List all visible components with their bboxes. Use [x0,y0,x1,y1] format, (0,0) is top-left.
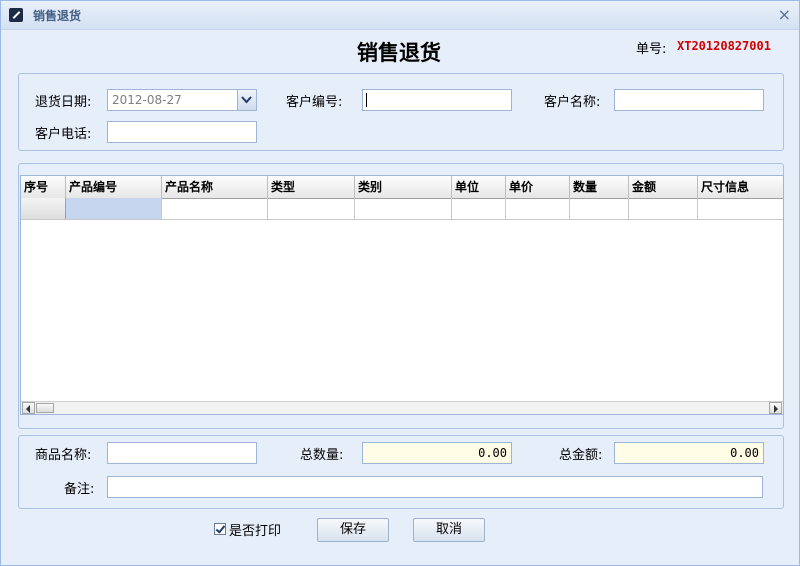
row-header-cell[interactable] [21,198,66,219]
title-bar[interactable]: 销售退货 × [1,1,799,30]
table-cell[interactable] [452,198,506,219]
table-row[interactable] [21,198,783,220]
save-button[interactable]: 保存 [317,518,389,542]
column-header-type[interactable]: 类型 [268,176,355,198]
customer-phone-input[interactable] [107,121,257,143]
footer-fields-panel: 商品名称: 总数量: 0.00 总金额: 0.00 备注: [18,435,784,509]
column-header-quantity[interactable]: 数量 [570,176,629,198]
remark-input[interactable] [107,476,763,498]
product-name-input[interactable] [107,442,257,464]
total-qty-label: 总数量: [300,448,344,463]
customer-no-label: 客户编号: [286,95,343,110]
column-header-product-name[interactable]: 产品名称 [162,176,268,198]
column-header-unit[interactable]: 单位 [452,176,506,198]
customer-name-input[interactable] [614,89,764,111]
column-header-size-info[interactable]: 尺寸信息 [698,176,783,198]
customer-no-input[interactable] [362,89,512,111]
print-checkbox[interactable] [214,523,226,535]
total-qty-field: 0.00 [362,442,512,464]
column-header-product-code[interactable]: 产品编号 [66,176,162,198]
return-date-value: 2012-08-27 [112,93,182,107]
remark-label: 备注: [64,482,95,497]
product-grid-panel: 序号 产品编号 产品名称 类型 类别 单位 单价 数量 金额 尺寸信息 [18,163,784,429]
column-header-amount[interactable]: 金额 [629,176,698,198]
scroll-left-icon[interactable] [22,402,35,414]
window-title: 销售退货 [33,9,82,23]
order-no-label: 单号: [636,42,667,57]
column-header-unit-price[interactable]: 单价 [506,176,570,198]
total-amount-field: 0.00 [614,442,764,464]
print-checkbox-label[interactable]: 是否打印 [229,520,281,539]
return-date-picker[interactable]: 2012-08-27 [107,89,257,111]
table-cell[interactable] [506,198,570,219]
table-cell[interactable] [355,198,452,219]
table-cell[interactable] [629,198,698,219]
column-header-index[interactable]: 序号 [21,176,66,198]
product-grid[interactable]: 序号 产品编号 产品名称 类型 类别 单位 单价 数量 金额 尺寸信息 [20,175,784,415]
scrollbar-thumb[interactable] [36,403,54,413]
cancel-button[interactable]: 取消 [413,518,485,542]
order-no-value: XT20120827001 [677,39,771,53]
table-cell[interactable] [66,198,162,219]
close-icon[interactable]: × [778,5,791,24]
return-date-label: 退货日期: [35,95,92,110]
table-cell[interactable] [268,198,355,219]
table-cell[interactable] [162,198,268,219]
total-amount-label: 总金额: [559,448,603,463]
customer-name-label: 客户名称: [544,95,601,110]
scroll-right-icon[interactable] [769,402,782,414]
chevron-down-icon[interactable] [237,90,256,110]
table-cell[interactable] [570,198,629,219]
header-fields-panel: 退货日期: 2012-08-27 客户编号: 客户名称: 客户电话: [18,73,784,151]
column-header-category[interactable]: 类别 [355,176,452,198]
sales-return-window: 销售退货 × 销售退货 单号: XT20120827001 退货日期: 2012… [0,0,800,566]
app-icon [9,8,23,22]
product-name-label: 商品名称: [35,448,92,463]
total-qty-value: 0.00 [478,446,507,460]
total-amount-value: 0.00 [730,446,759,460]
customer-phone-label: 客户电话: [35,127,92,142]
grid-header: 序号 产品编号 产品名称 类型 类别 单位 单价 数量 金额 尺寸信息 [21,176,783,199]
text-caret [366,93,367,107]
horizontal-scrollbar[interactable] [21,401,783,414]
table-cell[interactable] [698,198,783,219]
